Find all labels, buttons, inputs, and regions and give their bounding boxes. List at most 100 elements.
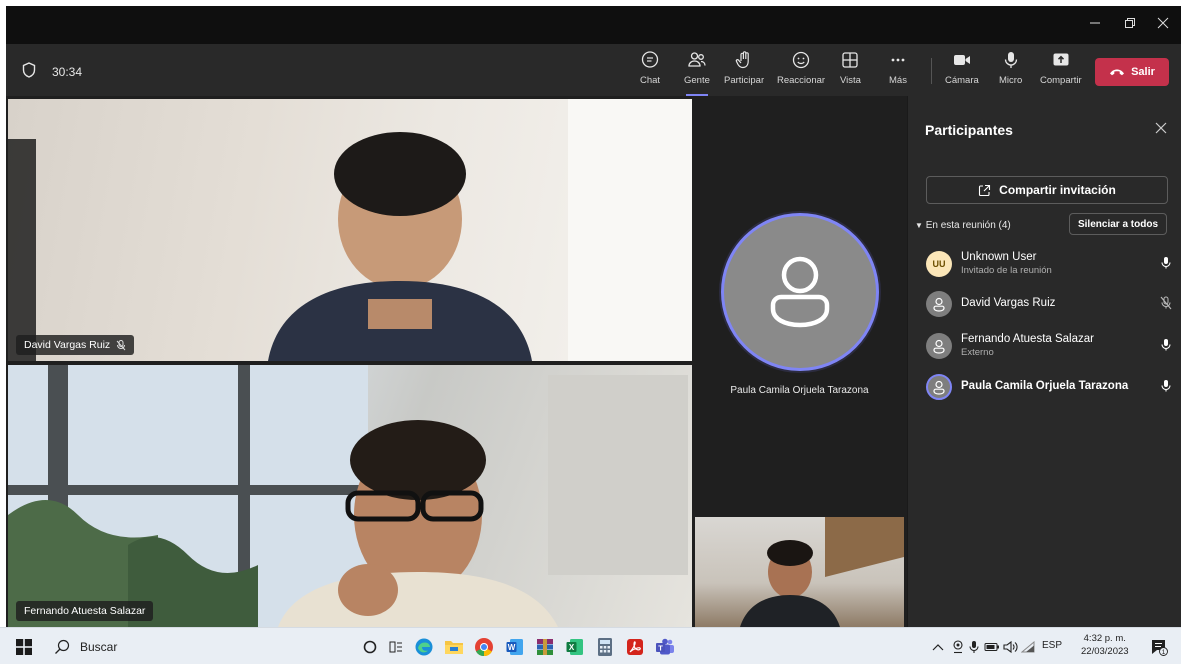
avatar: UU [926, 251, 952, 277]
svg-text:X: X [569, 643, 575, 652]
camera-icon [953, 55, 970, 65]
chat-button[interactable]: Chat [640, 50, 660, 92]
participant-video-frame [8, 365, 688, 627]
restore-icon [1125, 18, 1135, 28]
windows-taskbar: Buscar W X T ESP 4:32 p. m. 22/03/2023 1 [0, 627, 1181, 664]
participant-row[interactable]: David Vargas Ruiz [926, 286, 1172, 322]
word-app[interactable]: W [503, 635, 527, 659]
leave-button[interactable]: Salir [1095, 58, 1169, 86]
participant-row[interactable]: Fernando Atuesta Salazar Externo [926, 328, 1172, 364]
raise-hand-button[interactable]: Participar [724, 50, 764, 92]
raise-hand-label: Participar [724, 75, 765, 86]
close-window-button[interactable] [1146, 6, 1180, 40]
cortana-icon [363, 640, 377, 654]
people-button[interactable]: Gente [684, 50, 710, 96]
share-invite-button[interactable]: Compartir invitación [926, 176, 1168, 204]
windows-logo-icon [16, 639, 32, 655]
avatar-tile[interactable]: Paula Camila Orjuela Tarazona [695, 99, 904, 514]
calculator-icon [598, 638, 612, 656]
file-explorer-app[interactable] [442, 635, 466, 659]
excel-app[interactable]: X [563, 635, 587, 659]
mic-muted-icon [1160, 296, 1172, 310]
close-icon [1157, 17, 1169, 29]
excel-icon: X [566, 639, 583, 655]
leave-label: Salir [1131, 66, 1155, 78]
video-tile-2[interactable]: Fernando Atuesta Salazar [8, 365, 692, 627]
svg-text:W: W [508, 643, 516, 652]
mic-button[interactable]: Micro [999, 50, 1022, 92]
participant-avatar [721, 213, 879, 371]
mic-icon [969, 641, 979, 653]
video-tile-1[interactable]: David Vargas Ruiz [8, 99, 692, 361]
people-icon [688, 52, 706, 67]
video-stage: David Vargas Ruiz Fernando Atuesta Salaz… [6, 96, 907, 627]
grid-icon [842, 52, 859, 68]
panel-close-button[interactable] [1155, 118, 1167, 139]
share-invite-label: Compartir invitación [999, 183, 1116, 197]
smiley-icon [792, 51, 810, 69]
video-participant-name: Fernando Atuesta Salazar [24, 605, 146, 617]
search-label: Buscar [80, 639, 118, 654]
notification-center-button[interactable]: 1 [1147, 635, 1171, 659]
svg-text:T: T [658, 643, 663, 652]
notification-count: 1 [1162, 649, 1166, 656]
winrar-app[interactable] [533, 635, 557, 659]
self-view-tile[interactable] [695, 517, 904, 627]
taskbar-search[interactable]: Buscar [46, 632, 346, 661]
view-button[interactable]: Vista [840, 50, 861, 92]
taskbar-clock[interactable]: 4:32 p. m. 22/03/2023 [1081, 632, 1129, 658]
mic-muted-icon [116, 339, 126, 350]
cortana-button[interactable] [358, 635, 382, 659]
video-name-tag: Fernando Atuesta Salazar [16, 601, 154, 621]
video-name-tag: David Vargas Ruiz [16, 335, 135, 355]
person-icon [933, 297, 945, 312]
wifi-icon [1021, 641, 1035, 653]
toolbar-divider [931, 58, 932, 84]
more-icon [891, 58, 905, 62]
participant-name: Unknown User [961, 251, 1037, 263]
participant-video-frame [740, 517, 904, 627]
view-label: Vista [840, 75, 861, 86]
teams-app[interactable]: T [653, 635, 677, 659]
input-language[interactable]: ESP [1042, 640, 1062, 651]
in-meeting-section-label: En esta reunión (4) [925, 220, 1011, 231]
mute-all-button[interactable]: Silenciar a todos [1069, 213, 1167, 235]
minimize-button[interactable] [1078, 6, 1112, 40]
participant-role: Externo [961, 347, 994, 358]
person-icon [933, 339, 945, 354]
calculator-app[interactable] [593, 635, 617, 659]
avatar [926, 374, 952, 400]
caret-down-icon: ▼ [915, 221, 923, 230]
participant-name: Paula Camila Orjuela Tarazona [961, 380, 1129, 392]
network-tray[interactable] [1016, 635, 1040, 659]
panel-title: Participantes [925, 122, 1013, 138]
share-screen-icon [1053, 53, 1069, 66]
word-icon: W [506, 639, 523, 655]
video-participant-name: David Vargas Ruiz [24, 339, 111, 351]
maximize-button[interactable] [1113, 6, 1147, 40]
share-screen-label: Compartir [1040, 75, 1082, 86]
title-bar [6, 6, 1181, 44]
participant-role: Invitado de la reunión [961, 265, 1052, 276]
participant-row[interactable]: UU Unknown User Invitado de la reunión [926, 246, 1172, 282]
hang-up-icon [1110, 69, 1125, 76]
archive-icon [537, 639, 553, 655]
meeting-toolbar: 30:34 Chat Gente Participar Reaccionar V… [6, 44, 1181, 96]
acrobat-app[interactable] [623, 635, 647, 659]
avatar-participant-name: Paula Camila Orjuela Tarazona [730, 385, 869, 396]
teams-icon: T [656, 638, 674, 655]
in-meeting-section-toggle[interactable]: ▼ En esta reunión (4) [915, 220, 1011, 231]
task-view-button[interactable] [384, 635, 408, 659]
share-screen-button[interactable]: Compartir [1040, 50, 1082, 92]
react-button[interactable]: Reaccionar [777, 50, 825, 92]
chrome-app[interactable] [472, 635, 496, 659]
shield-icon [22, 62, 36, 78]
edge-app[interactable] [412, 635, 436, 659]
start-button[interactable] [12, 635, 36, 659]
camera-button[interactable]: Cámara [945, 50, 979, 92]
more-button[interactable]: Más [888, 50, 908, 92]
participant-row[interactable]: Paula Camila Orjuela Tarazona [926, 369, 1172, 405]
chat-icon [641, 51, 659, 68]
clock-date: 22/03/2023 [1081, 646, 1129, 657]
participant-name: David Vargas Ruiz [961, 297, 1056, 309]
